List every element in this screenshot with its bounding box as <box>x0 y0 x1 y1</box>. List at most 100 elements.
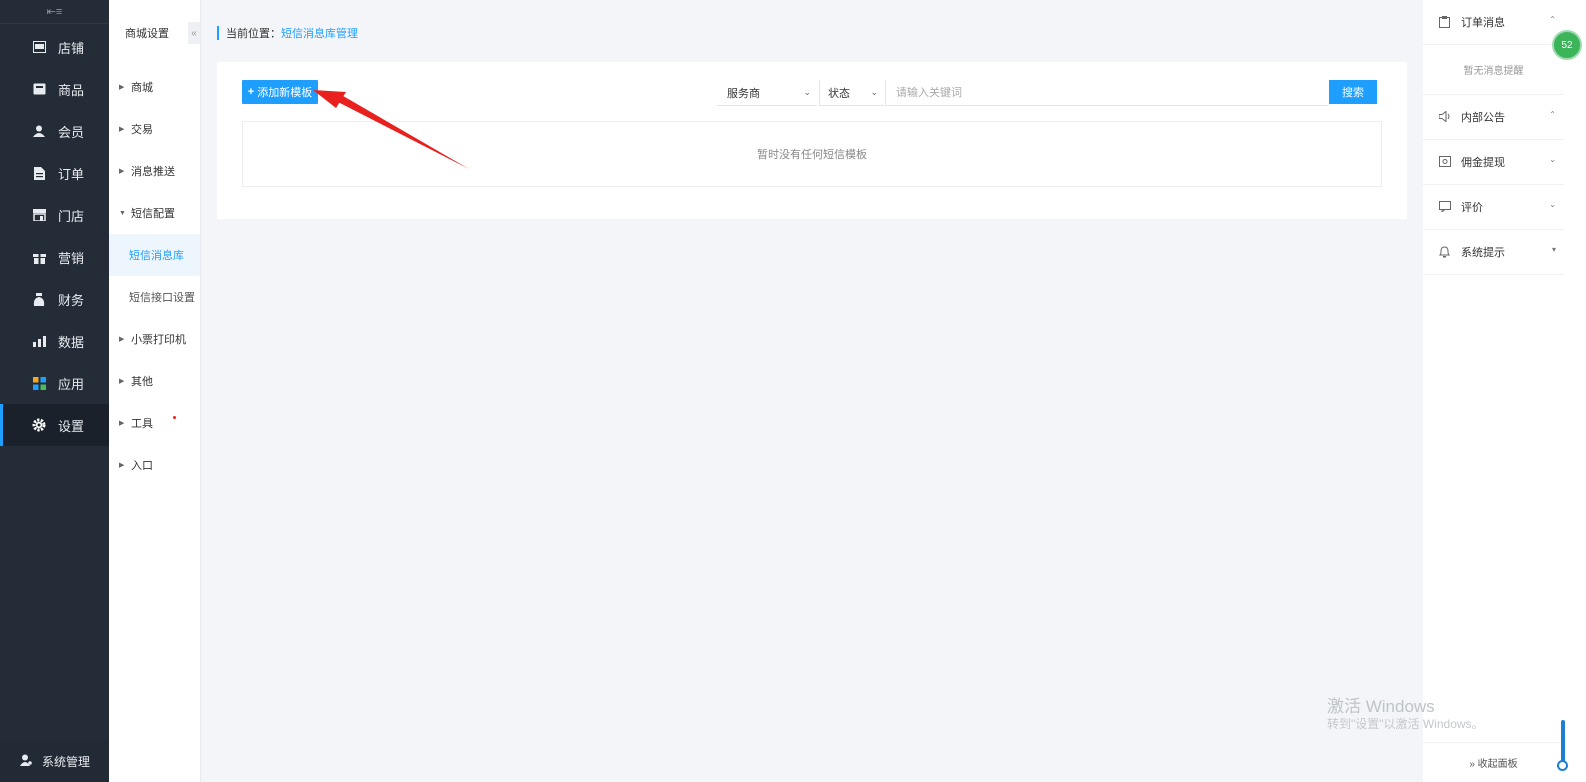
nav-label: 商品 <box>58 82 85 98</box>
section-label: 佣金提现 <box>1461 157 1505 169</box>
caret-right-icon: ▶ <box>119 126 125 133</box>
user-icon <box>32 124 46 138</box>
provider-select[interactable]: 服务商 ⌄ <box>717 80 817 106</box>
subnav-group-label: 交易 <box>131 124 153 136</box>
commission-withdraw-section[interactable]: 佣金提现 ⌄ <box>1423 140 1564 185</box>
collapse-panel-button[interactable]: » 收起面板 <box>1423 742 1564 782</box>
subnav-item-sms-api[interactable]: 短信接口设置 <box>109 276 200 318</box>
nav-item-store[interactable]: 店铺 <box>0 26 109 68</box>
caret-down-icon: ▼ <box>119 209 126 217</box>
internal-notice-section[interactable]: 内部公告 ⌃ <box>1423 95 1564 140</box>
add-template-button[interactable]: + 添加新模板 <box>242 80 318 104</box>
add-template-label: 添加新模板 <box>257 87 313 99</box>
system-tips-section[interactable]: 系统提示 ▾ <box>1423 230 1564 275</box>
nav-item-apps[interactable]: 应用 <box>0 362 109 404</box>
subnav-group-label: 小票打印机 <box>131 334 186 346</box>
caret-right-icon: ▶ <box>119 378 125 385</box>
empty-state: 暂时没有任何短信模板 <box>242 121 1382 187</box>
admin-user-icon <box>20 754 32 769</box>
withdraw-icon <box>1439 156 1451 168</box>
notification-badge[interactable]: 52 <box>1552 30 1582 60</box>
subnav-group-other[interactable]: ▶ 其他 <box>109 360 200 402</box>
search-button[interactable]: 搜索 <box>1329 80 1377 104</box>
nav-item-marketing[interactable]: 营销 <box>0 236 109 278</box>
nav-label: 订单 <box>58 166 85 182</box>
subnav-item-sms-library[interactable]: 短信消息库 <box>109 234 200 276</box>
nav-label: 营销 <box>58 250 85 266</box>
review-section[interactable]: 评价 ⌄ <box>1423 185 1564 230</box>
settings-subnav: 商城设置 « ▶ 商城 ▶ 交易 ▶ 消息推送 ▼ 短信配置 短信消息库 短信接口设置 … <box>109 0 201 782</box>
store-icon <box>32 40 46 54</box>
caret-right-icon: ▶ <box>119 84 125 91</box>
system-admin-label: 系统管理 <box>42 754 91 769</box>
windows-watermark-subtitle: 转到"设置"以激活 Windows。 <box>1327 717 1484 731</box>
nav-label: 门店 <box>58 208 85 224</box>
nav-item-shop[interactable]: 门店 <box>0 194 109 236</box>
subnav-group-sms[interactable]: ▼ 短信配置 <box>109 192 200 234</box>
empty-state-text: 暂时没有任何短信模板 <box>757 149 867 161</box>
nav-label: 会员 <box>58 124 85 140</box>
money-icon <box>32 292 46 306</box>
subnav-group-entry[interactable]: ▶ 入口 <box>109 444 200 486</box>
nav-label: 店铺 <box>58 40 85 56</box>
subnav-group-printer[interactable]: ▶ 小票打印机 <box>109 318 200 360</box>
system-admin-button[interactable]: 系统管理 <box>0 740 109 782</box>
shop-icon <box>32 208 46 222</box>
nav-item-data[interactable]: 数据 <box>0 320 109 362</box>
fold-subnav-icon[interactable]: « <box>188 22 200 44</box>
nav-item-settings[interactable]: 设置 <box>0 404 109 446</box>
caret-right-icon: ▶ <box>119 420 125 427</box>
order-icon <box>32 166 46 180</box>
bell-icon <box>1439 246 1451 258</box>
chevron-up-icon: ⌃ <box>1549 110 1556 119</box>
subnav-group-label: 其他 <box>131 376 153 388</box>
caret-right-icon: ▶ <box>119 168 125 175</box>
keyword-search-box <box>885 80 1329 106</box>
subnav-item-label: 短信接口设置 <box>129 292 195 304</box>
breadcrumb: 当前位置： 短信消息库管理 <box>217 26 358 40</box>
nav-item-order[interactable]: 订单 <box>0 152 109 194</box>
apps-icon <box>32 376 46 390</box>
scrollbar-handle[interactable] <box>1557 760 1568 771</box>
sidebar-collapse-icon[interactable]: ⇤≡ <box>0 0 109 24</box>
status-select[interactable]: 状态 ⌄ <box>819 80 884 106</box>
nav-item-finance[interactable]: 财务 <box>0 278 109 320</box>
subnav-group-label: 工具 <box>131 418 153 430</box>
breadcrumb-prefix: 当前位置： <box>226 28 281 40</box>
caret-right-icon: ▶ <box>119 462 125 469</box>
subnav-group-label: 消息推送 <box>131 166 175 178</box>
chevron-up-icon: ⌃ <box>1549 15 1556 24</box>
subnav-group-tools[interactable]: ▶ 工具 <box>109 402 200 444</box>
no-messages-text: 暂无消息提醒 <box>1423 45 1564 95</box>
subnav-group-label: 商城 <box>131 82 153 94</box>
main-sidebar: ⇤≡ 店铺 商品 会员 订单 门店 营销 财务 数据 应用 设置 系统管理 <box>0 0 109 782</box>
speaker-icon <box>1439 111 1451 123</box>
nav-label: 应用 <box>58 376 85 392</box>
page-scrollbar[interactable] <box>1564 0 1586 782</box>
subnav-item-label: 短信消息库 <box>129 250 184 262</box>
breadcrumb-current[interactable]: 短信消息库管理 <box>281 25 358 41</box>
chevron-down-icon: ⌄ <box>803 87 811 97</box>
nav-label: 财务 <box>58 292 85 308</box>
caret-down-icon: ▾ <box>1551 245 1556 254</box>
chevron-down-icon: ⌄ <box>1549 200 1556 209</box>
subnav-group-mall[interactable]: ▶ 商城 <box>109 66 200 108</box>
nav-item-member[interactable]: 会员 <box>0 110 109 152</box>
subnav-group-push[interactable]: ▶ 消息推送 <box>109 150 200 192</box>
search-button-label: 搜索 <box>1342 87 1364 99</box>
keyword-search-input[interactable] <box>886 80 1329 106</box>
nav-label: 数据 <box>58 334 85 350</box>
chart-icon <box>32 334 46 348</box>
comment-icon <box>1439 201 1451 213</box>
plus-icon: + <box>247 86 255 98</box>
subnav-group-trade[interactable]: ▶ 交易 <box>109 108 200 150</box>
section-label: 评价 <box>1461 202 1483 214</box>
windows-watermark-title: 激活 Windows <box>1327 697 1435 716</box>
caret-right-icon: ▶ <box>119 336 125 343</box>
gift-icon <box>32 250 46 264</box>
new-dot <box>173 416 176 419</box>
message-panel: 订单消息 ⌃ 暂无消息提醒 内部公告 ⌃ 佣金提现 ⌄ 评价 ⌄ 系统提示 ▾ … <box>1423 0 1564 782</box>
order-messages-section[interactable]: 订单消息 ⌃ <box>1423 0 1564 45</box>
nav-item-goods[interactable]: 商品 <box>0 68 109 110</box>
nav-label: 设置 <box>58 418 85 434</box>
